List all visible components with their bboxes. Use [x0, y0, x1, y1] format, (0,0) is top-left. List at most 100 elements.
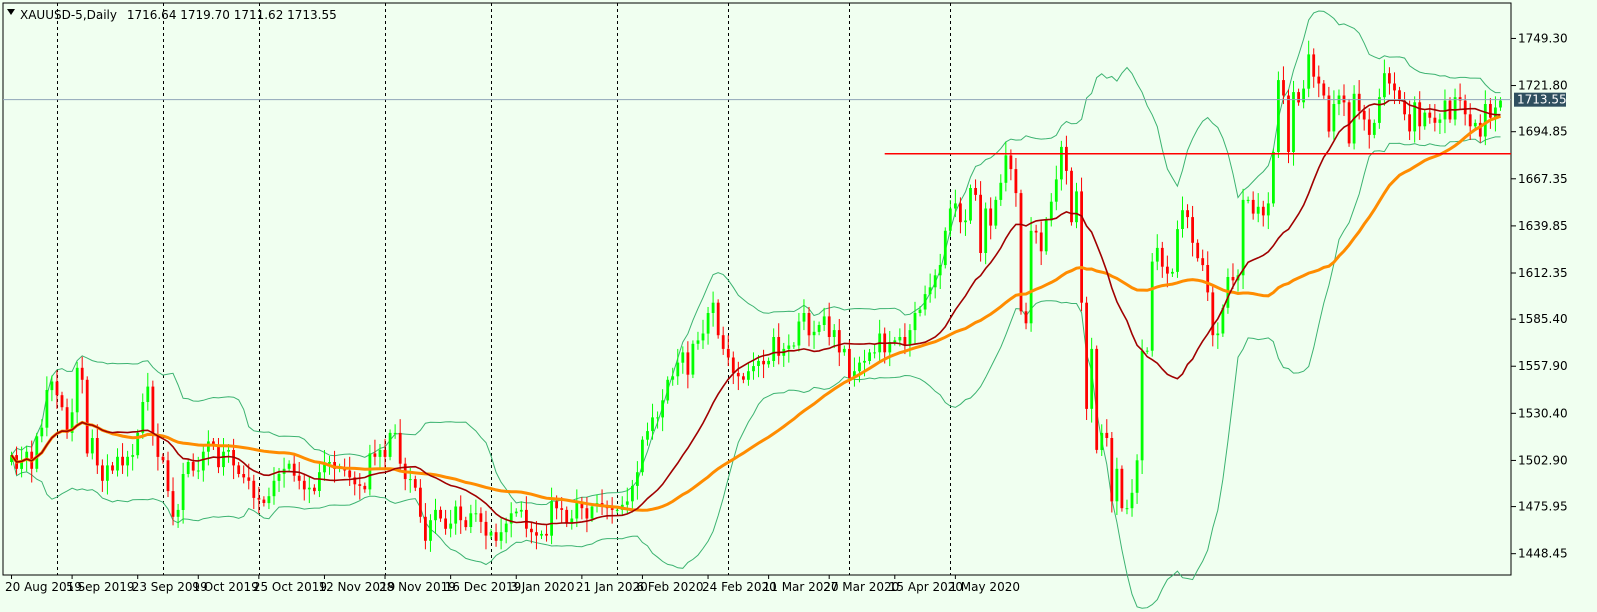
y-tick-label: 1502.90: [1518, 453, 1568, 467]
candle-body: [1095, 348, 1099, 450]
candle-body: [893, 340, 897, 343]
candle-body: [696, 340, 700, 344]
candle-body: [398, 432, 402, 464]
candle: [1085, 296, 1088, 421]
candle-body: [585, 508, 589, 519]
candle-body: [716, 302, 720, 336]
candle-body: [1261, 206, 1265, 216]
candle-body: [191, 462, 195, 471]
candle-body: [636, 472, 639, 486]
candle-body: [1357, 93, 1361, 111]
candle-body: [444, 518, 447, 529]
candle-body: [631, 485, 634, 502]
candle-body: [964, 220, 967, 223]
candle-body: [1206, 265, 1210, 293]
candle-body: [222, 451, 225, 468]
candle-body: [166, 460, 170, 492]
candle: [666, 376, 670, 404]
candle-body: [1282, 80, 1285, 96]
candle-body: [565, 509, 569, 524]
candle-body: [277, 474, 281, 481]
candle-body: [1014, 169, 1018, 194]
candle: [716, 299, 720, 339]
candle-body: [555, 501, 558, 509]
candle-body: [302, 480, 306, 490]
candle-body: [928, 287, 932, 295]
candle-body: [661, 400, 664, 418]
candle-body: [80, 367, 84, 380]
candle-body: [742, 376, 745, 380]
candle: [1140, 339, 1144, 474]
candle: [1095, 345, 1099, 454]
candle-body: [373, 453, 377, 457]
candle-body: [1211, 292, 1215, 336]
candle-body: [1327, 95, 1331, 132]
candle-body: [1125, 508, 1129, 510]
candle-body: [252, 480, 256, 498]
candle-body: [1130, 492, 1134, 509]
candle-body: [1408, 114, 1411, 132]
chart-title: XAUUSD-5,Daily 1716.64 1719.70 1711.62 1…: [20, 8, 337, 22]
candle-body: [731, 357, 735, 373]
candle: [85, 376, 89, 457]
candle-body: [1196, 242, 1200, 259]
candle-body: [863, 360, 866, 363]
candle-body: [1362, 110, 1366, 120]
candle-body: [368, 453, 372, 490]
candle-body: [60, 395, 64, 408]
candle-body: [1135, 460, 1139, 493]
candle-body: [1120, 468, 1124, 509]
candle-body: [959, 203, 962, 223]
candle-body: [1150, 261, 1154, 351]
candle-body: [1378, 97, 1381, 123]
candle-body: [237, 465, 241, 474]
candle-body: [1191, 217, 1194, 243]
candle: [641, 436, 644, 476]
candle-body: [242, 474, 246, 478]
candle-body: [1004, 155, 1008, 183]
candle-body: [954, 203, 957, 209]
candle-body: [267, 496, 271, 504]
candle-body: [469, 513, 473, 527]
candle: [1110, 432, 1114, 513]
candle-body: [146, 386, 150, 402]
candle-body: [969, 188, 972, 221]
candle-body: [106, 465, 109, 481]
candle-body: [65, 407, 69, 433]
candle-body: [1423, 112, 1427, 127]
candle-body: [625, 501, 629, 505]
candle-body: [575, 503, 579, 519]
candle-body: [1024, 311, 1028, 324]
candle-body: [272, 480, 276, 497]
candle-body: [1160, 247, 1164, 267]
y-tick-label: 1721.80: [1518, 79, 1568, 93]
candle-body: [1372, 122, 1376, 135]
candle-body: [1110, 438, 1114, 502]
candle-body: [812, 331, 816, 336]
candle: [1272, 148, 1275, 207]
candle-body: [348, 470, 352, 478]
candlestick-chart[interactable]: 1749.30 1721.80 1694.85 1667.35 1639.85 1612.…: [0, 0, 1597, 612]
candle-body: [984, 208, 988, 253]
candle-body: [772, 337, 776, 361]
candle-body: [747, 371, 750, 380]
candle-body: [837, 330, 841, 353]
candle-body: [227, 450, 230, 452]
candle-body: [50, 381, 54, 391]
ohlc-values: 1716.64 1719.70 1711.62 1713.55: [127, 8, 337, 22]
candle-body: [1383, 73, 1386, 98]
candle-body: [666, 379, 670, 401]
chart-header: XAUUSD-5,Daily 1716.64 1719.70 1711.62 1…: [7, 8, 337, 22]
candle-body: [161, 456, 165, 461]
candle-body: [797, 321, 801, 346]
x-tick-label: 1 May 2020: [949, 580, 1020, 594]
candle-body: [1176, 229, 1179, 272]
candle-body: [413, 479, 417, 488]
candle: [1029, 217, 1033, 332]
candle-body: [807, 313, 811, 336]
candle-body: [1080, 191, 1083, 303]
candle-body: [287, 463, 291, 469]
candle: [35, 432, 39, 473]
candle-body: [676, 362, 680, 377]
symbol-label: XAUUSD-5,Daily: [20, 8, 117, 22]
